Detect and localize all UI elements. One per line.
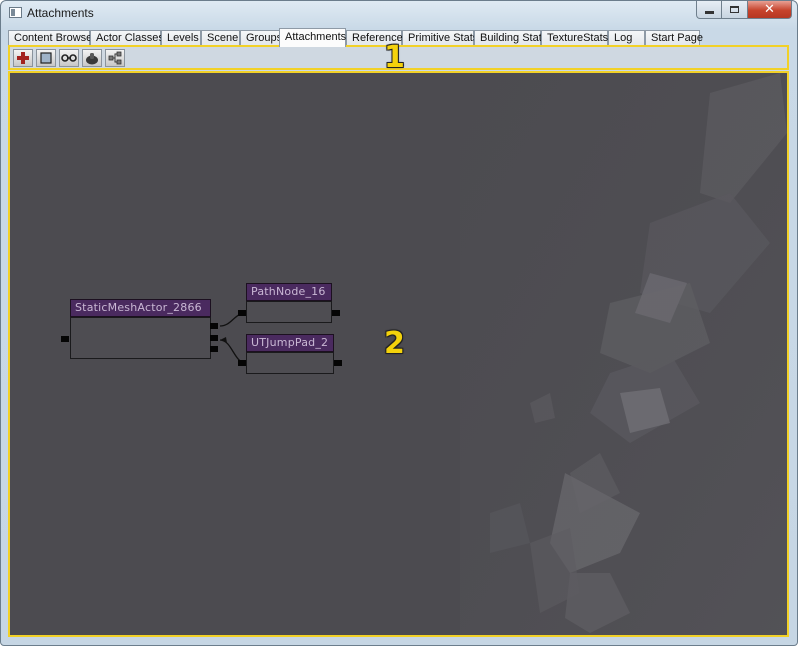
tree-layout-button[interactable] — [105, 49, 125, 67]
tab-content-browser[interactable]: Content Browser — [8, 30, 96, 46]
node-title: UTJumpPad_2 — [246, 334, 334, 352]
square-select-icon — [40, 52, 52, 64]
annotation-marker-1: 1 — [384, 40, 405, 75]
tab-levels[interactable]: Levels — [161, 30, 201, 46]
node-title: StaticMeshActor_2866 — [70, 299, 211, 317]
hand-pan-icon — [86, 52, 98, 64]
tab-log[interactable]: Log — [608, 30, 645, 46]
node-body — [246, 352, 334, 374]
minimize-button[interactable] — [696, 1, 722, 19]
add-red-cross-icon — [17, 52, 29, 64]
output-port[interactable] — [334, 360, 342, 366]
tab-attachments[interactable]: Attachments — [279, 28, 346, 47]
output-port[interactable] — [210, 346, 218, 352]
tab-building-stats[interactable]: Building Stats — [474, 30, 547, 46]
attachments-window: Attachments ✕ Content Browser Actor Clas… — [0, 0, 798, 646]
close-icon: ✕ — [764, 2, 775, 17]
maximize-icon — [730, 6, 739, 13]
add-button[interactable] — [13, 49, 33, 67]
window-controls: ✕ — [696, 1, 792, 20]
window-title: Attachments — [27, 6, 94, 20]
tab-texturestats[interactable]: TextureStats — [541, 30, 608, 46]
tab-start-page[interactable]: Start Page — [645, 30, 703, 46]
close-button[interactable]: ✕ — [748, 1, 792, 19]
output-port[interactable] — [332, 310, 340, 316]
node-body — [246, 301, 332, 323]
tree-layout-icon — [108, 51, 122, 65]
input-port[interactable] — [61, 336, 69, 342]
window-icon — [9, 7, 22, 18]
tab-scene[interactable]: Scene — [201, 30, 240, 46]
tab-actor-classes[interactable]: Actor Classes — [90, 30, 164, 46]
input-port[interactable] — [238, 360, 246, 366]
maximize-button[interactable] — [722, 1, 748, 19]
minimize-icon — [704, 11, 714, 14]
node-path-node[interactable]: PathNode_16 — [246, 283, 332, 323]
link-button[interactable] — [59, 49, 79, 67]
output-port[interactable] — [210, 323, 218, 329]
select-box-button[interactable] — [36, 49, 56, 67]
title-bar[interactable]: Attachments ✕ — [1, 1, 797, 28]
node-jump-pad[interactable]: UTJumpPad_2 — [246, 334, 334, 374]
pan-button[interactable] — [82, 49, 102, 67]
tab-primitive-stats[interactable]: Primitive Stats — [402, 30, 478, 46]
tab-groups[interactable]: Groups — [240, 30, 282, 46]
node-body — [70, 317, 211, 359]
node-static-mesh-actor[interactable]: StaticMeshActor_2866 — [70, 299, 211, 359]
node-title: PathNode_16 — [246, 283, 332, 301]
annotation-marker-2: 2 — [384, 326, 405, 361]
input-port[interactable] — [238, 310, 246, 316]
link-chain-icon — [61, 54, 77, 62]
output-port[interactable] — [210, 335, 218, 341]
